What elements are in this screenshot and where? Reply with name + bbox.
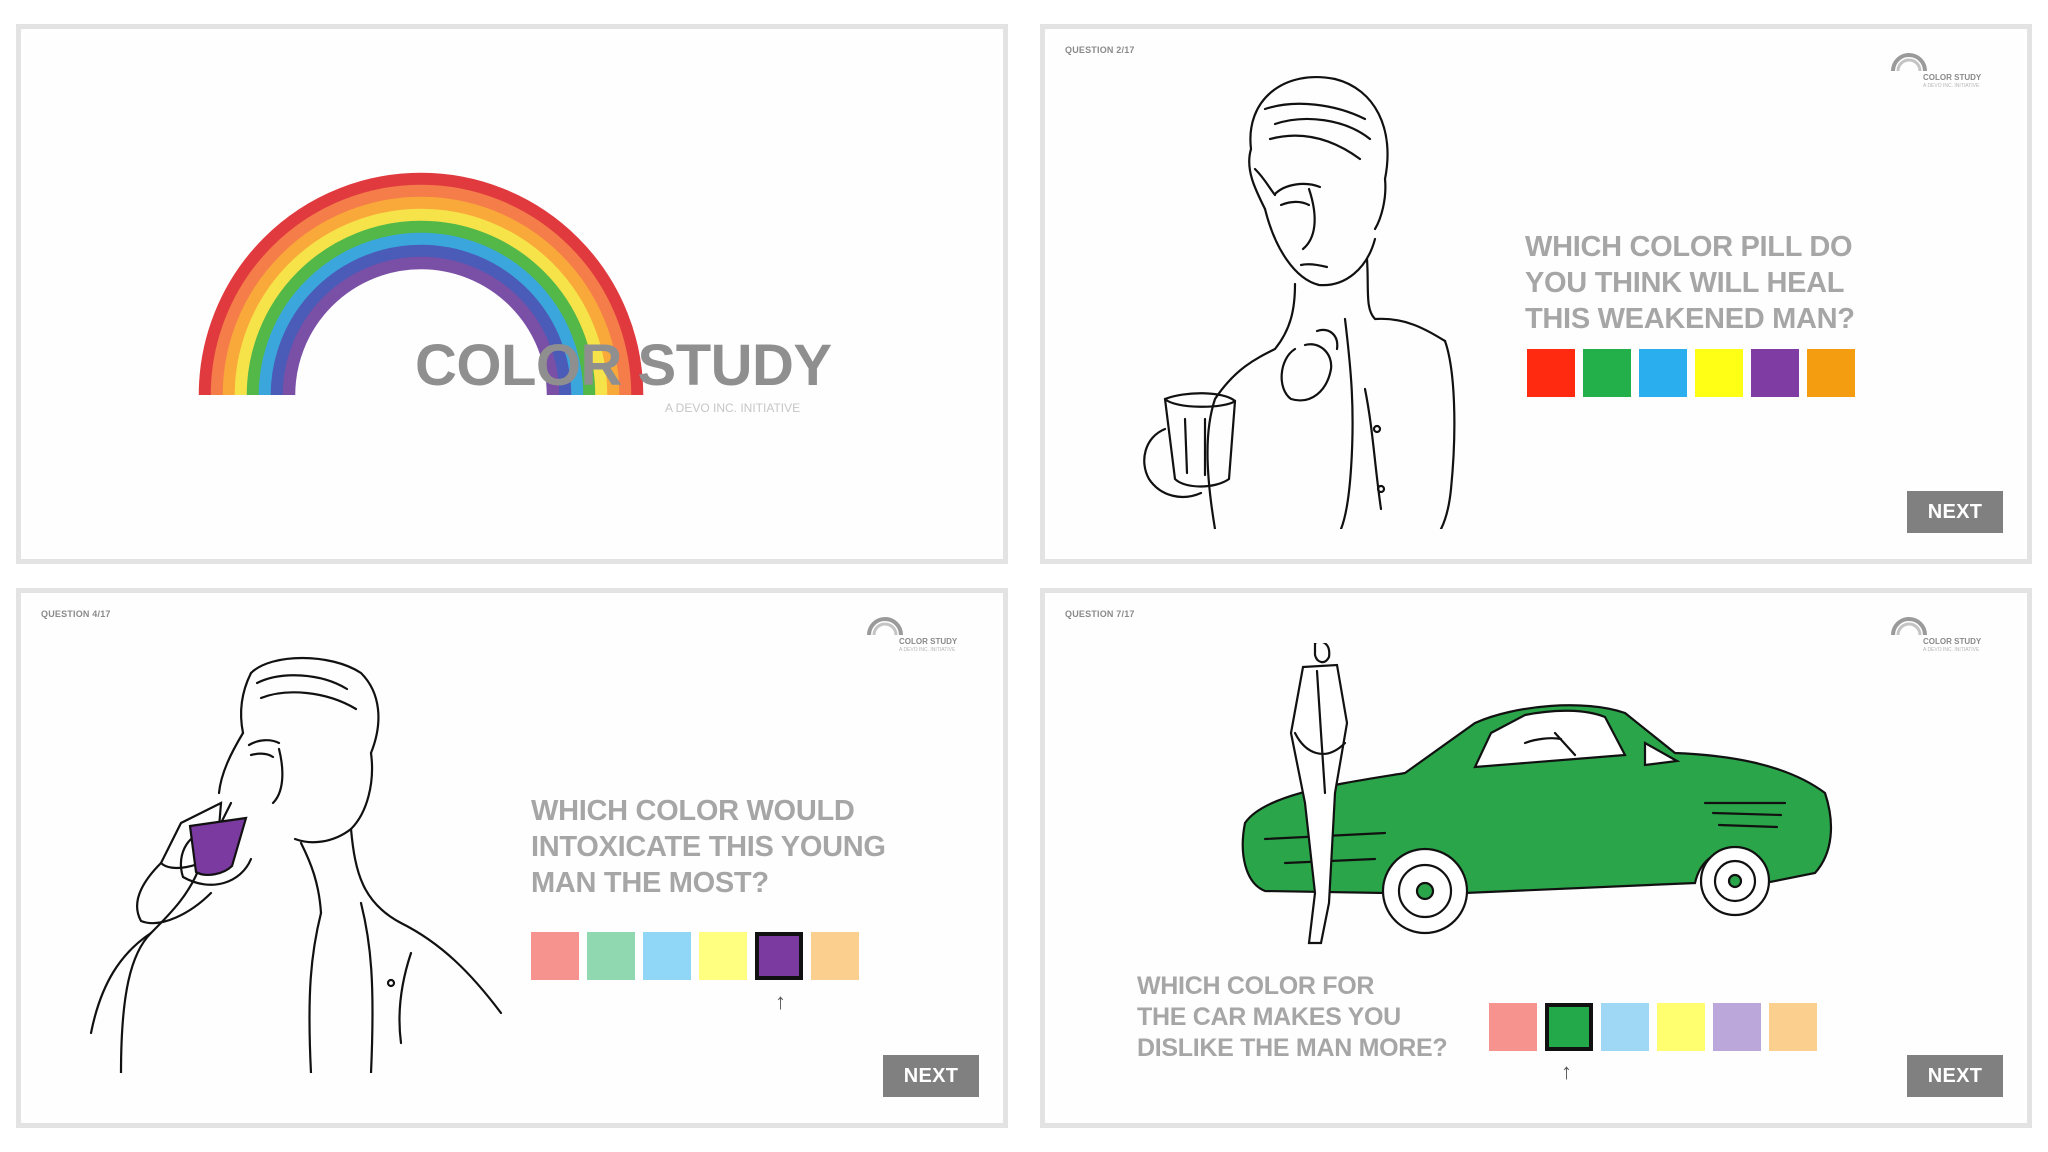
logo-title: COLOR STUDY: [1923, 73, 1982, 82]
question-number: QUESTION 4/17: [41, 609, 111, 619]
color-swatch[interactable]: [1545, 1003, 1593, 1051]
color-swatch[interactable]: [1601, 1003, 1649, 1051]
color-swatch[interactable]: [1807, 349, 1855, 397]
selection-arrow-icon: ↑: [1561, 1059, 1572, 1084]
question-line: DISLIKE THE MAN MORE?: [1137, 1034, 1448, 1062]
color-swatch[interactable]: [643, 932, 691, 980]
question-line: THIS WEAKENED MAN?: [1525, 303, 1855, 335]
logo-title: COLOR STUDY: [1923, 637, 1982, 646]
older-man-illustration: [1143, 76, 1456, 529]
color-swatch[interactable]: [755, 932, 803, 980]
color-swatch[interactable]: [587, 932, 635, 980]
app-title: COLOR STUDY: [415, 333, 832, 398]
logo-subtitle: A DEVO INC. INITIATIVE: [899, 647, 956, 653]
question-text: WHICH COLOR PILL DO YOU THINK WILL HEAL …: [1525, 229, 1855, 337]
logo-subtitle: A DEVO INC. INITIATIVE: [1923, 83, 1980, 89]
color-swatch[interactable]: [1527, 349, 1575, 397]
purple-drink-glass: [188, 816, 248, 876]
selection-arrow-icon: ↑: [775, 989, 786, 1014]
color-swatch[interactable]: [1639, 349, 1687, 397]
color-swatch[interactable]: [1583, 349, 1631, 397]
logo-subtitle: A DEVO INC. INITIATIVE: [1923, 647, 1980, 653]
color-swatch-row: [1527, 349, 1855, 397]
question-line: WHICH COLOR WOULD: [531, 795, 855, 827]
color-swatch[interactable]: [1489, 1003, 1537, 1051]
next-button[interactable]: NEXT: [1907, 1055, 2003, 1097]
question-line: YOU THINK WILL HEAL: [1525, 267, 1845, 299]
question-card-4: QUESTION 4/17 COLOR STUDY A DEVO INC. IN…: [16, 588, 1008, 1128]
question-text: WHICH COLOR FOR THE CAR MAKES YOU DISLIK…: [1137, 971, 1448, 1064]
rainbow-logo-icon: [1891, 53, 1927, 72]
question-card-7: QUESTION 7/17 COLOR STUDY A DEVO INC. IN…: [1040, 588, 2032, 1128]
question-card-2: QUESTION 2/17 COLOR STUDY A DEVO INC. IN…: [1040, 24, 2032, 564]
color-swatch[interactable]: [531, 932, 579, 980]
question-line: MAN THE MOST?: [531, 867, 769, 899]
question-line: INTOXICATE THIS YOUNG: [531, 831, 886, 863]
color-swatch[interactable]: [1695, 349, 1743, 397]
question-number: QUESTION 7/17: [1065, 609, 1135, 619]
color-study-logo: COLOR STUDY A DEVO INC. INITIATIVE: [1889, 613, 1999, 661]
color-swatch[interactable]: [1713, 1003, 1761, 1051]
color-study-logo: COLOR STUDY A DEVO INC. INITIATIVE: [1889, 49, 1999, 97]
young-man-drinking-illustration: [89, 656, 503, 1073]
color-swatch[interactable]: [1657, 1003, 1705, 1051]
question-text: WHICH COLOR WOULD INTOXICATE THIS YOUNG …: [531, 793, 886, 901]
color-swatch-row: [1489, 1003, 1817, 1051]
color-swatch[interactable]: [811, 932, 859, 980]
next-button[interactable]: NEXT: [1907, 491, 2003, 533]
app-subtitle: A DEVO INC. INITIATIVE: [665, 401, 801, 415]
rainbow-logo-icon: [867, 617, 903, 636]
color-swatch[interactable]: [1751, 349, 1799, 397]
rainbow-logo-icon: [1891, 617, 1927, 636]
question-line: WHICH COLOR FOR: [1137, 972, 1375, 1000]
color-swatch[interactable]: [699, 932, 747, 980]
color-study-logo: COLOR STUDY A DEVO INC. INITIATIVE: [865, 613, 975, 661]
rainbow-graphic: [198, 172, 644, 396]
next-button[interactable]: NEXT: [883, 1055, 979, 1097]
logo-title: COLOR STUDY: [899, 637, 958, 646]
title-card: COLOR STUDY A DEVO INC. INITIATIVE: [16, 24, 1008, 564]
color-swatch-row: [531, 932, 859, 980]
question-number: QUESTION 2/17: [1065, 45, 1135, 55]
man-and-sports-car-illustration: [1241, 643, 1833, 945]
color-swatch[interactable]: [1769, 1003, 1817, 1051]
question-line: THE CAR MAKES YOU: [1137, 1003, 1401, 1031]
question-line: WHICH COLOR PILL DO: [1525, 231, 1853, 263]
